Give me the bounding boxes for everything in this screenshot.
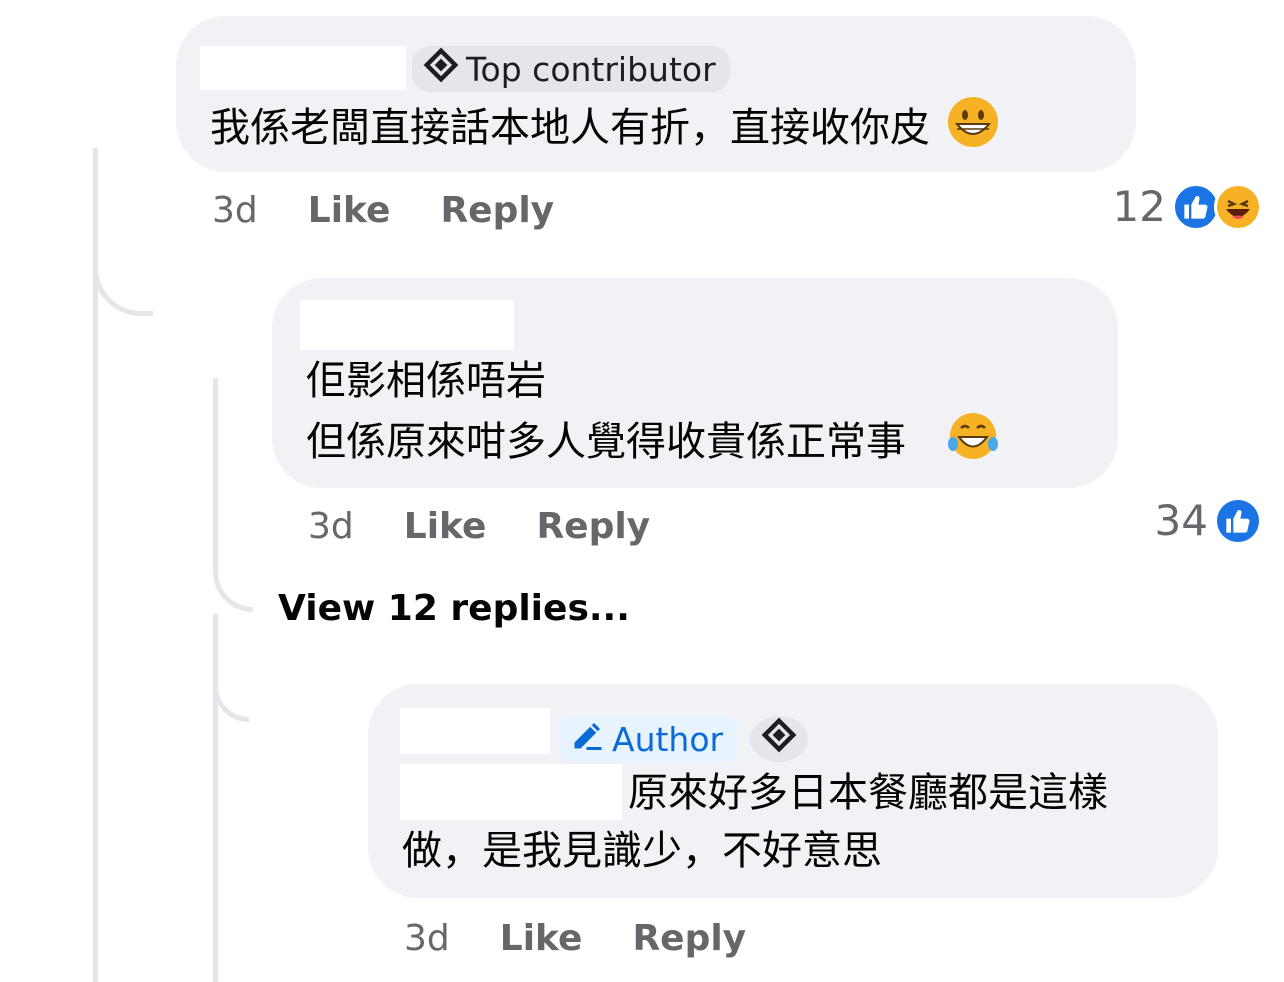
comment-actions: 3d Like Reply (212, 190, 554, 231)
comment-actions: 3d Like Reply (308, 506, 650, 547)
mention-redacted (400, 764, 622, 820)
author-name-redacted (400, 708, 550, 754)
reply-button[interactable]: Reply (632, 918, 746, 959)
thread-connector (213, 660, 249, 722)
comment-text-line: 但係原來咁多人覺得收貴係正常事 (306, 410, 1001, 478)
comment-text: 我係老闆直接話本地人有折，直接收你皮 (210, 96, 999, 164)
comment-text-line: 原來好多日本餐廳都是這樣 (628, 770, 1108, 816)
badge-label: Top contributor (466, 49, 716, 89)
author-name-redacted (200, 46, 406, 90)
thread-connector (93, 240, 153, 316)
reaction-count: 12 (1112, 182, 1166, 231)
reaction-summary[interactable]: 12 (1113, 182, 1262, 231)
like-button[interactable]: Like (308, 190, 391, 231)
haha-icon (1214, 182, 1262, 231)
like-button[interactable]: Like (500, 918, 583, 959)
comment-actions: 3d Like Reply (404, 918, 746, 959)
grinning-face-emoji (947, 96, 999, 164)
badge-label: Author (612, 719, 724, 759)
author-name-redacted (300, 300, 514, 350)
author-badge[interactable]: Author (560, 716, 738, 762)
pencil-icon (570, 717, 606, 761)
thread-connector (213, 540, 253, 612)
diamond-badge-icon (422, 46, 460, 92)
like-icon (1214, 496, 1262, 545)
like-button[interactable]: Like (404, 506, 487, 547)
tears-of-joy-emoji (945, 410, 1001, 478)
diamond-badge-icon (760, 716, 798, 762)
reaction-summary[interactable]: 34 (1155, 496, 1262, 545)
reply-button[interactable]: Reply (536, 506, 650, 547)
reaction-count: 34 (1154, 496, 1208, 545)
timestamp: 3d (212, 190, 258, 231)
comment-text-line: 做，是我見識少，不好意思 (402, 828, 882, 874)
view-replies-link[interactable]: View 12 replies... (278, 588, 630, 629)
reply-button[interactable]: Reply (440, 190, 554, 231)
top-contributor-badge[interactable]: Top contributor (412, 46, 730, 92)
like-icon (1172, 182, 1220, 231)
top-contributor-badge[interactable] (750, 716, 808, 762)
timestamp: 3d (308, 506, 354, 547)
comment-text-line: 佢影相係唔岩 (306, 358, 546, 404)
timestamp: 3d (404, 918, 450, 959)
